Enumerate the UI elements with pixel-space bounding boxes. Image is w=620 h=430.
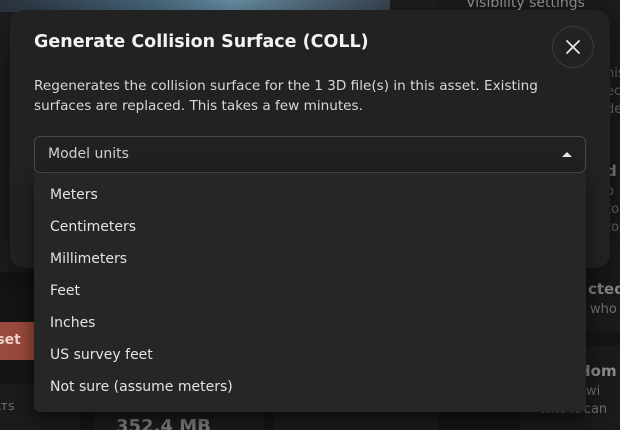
option-meters[interactable]: Meters — [34, 180, 586, 212]
option-feet[interactable]: Feet — [34, 276, 586, 308]
model-units-dropdown: Meters Centimeters Millimeters Feet Inch… — [34, 173, 586, 412]
model-units-select-value: Model units — [48, 146, 129, 162]
dialog-description: Regenerates the collision surface for th… — [34, 78, 538, 114]
background-file-size: 352.4 MB — [116, 416, 211, 430]
dialog-title: Generate Collision Surface (COLL) — [34, 32, 369, 52]
background-card-title: cted — [588, 280, 620, 298]
caret-up-icon — [562, 152, 572, 157]
background-card-text: who — [590, 302, 617, 317]
option-centimeters[interactable]: Centimeters — [34, 212, 586, 244]
option-not-sure[interactable]: Not sure (assume meters) — [34, 372, 586, 404]
option-us-survey-feet[interactable]: US survey feet — [34, 340, 586, 372]
option-inches[interactable]: Inches — [34, 308, 586, 340]
option-millimeters[interactable]: Millimeters — [34, 244, 586, 276]
close-icon — [566, 40, 580, 54]
close-button[interactable] — [552, 26, 594, 68]
model-units-select[interactable]: Model units — [34, 136, 586, 173]
